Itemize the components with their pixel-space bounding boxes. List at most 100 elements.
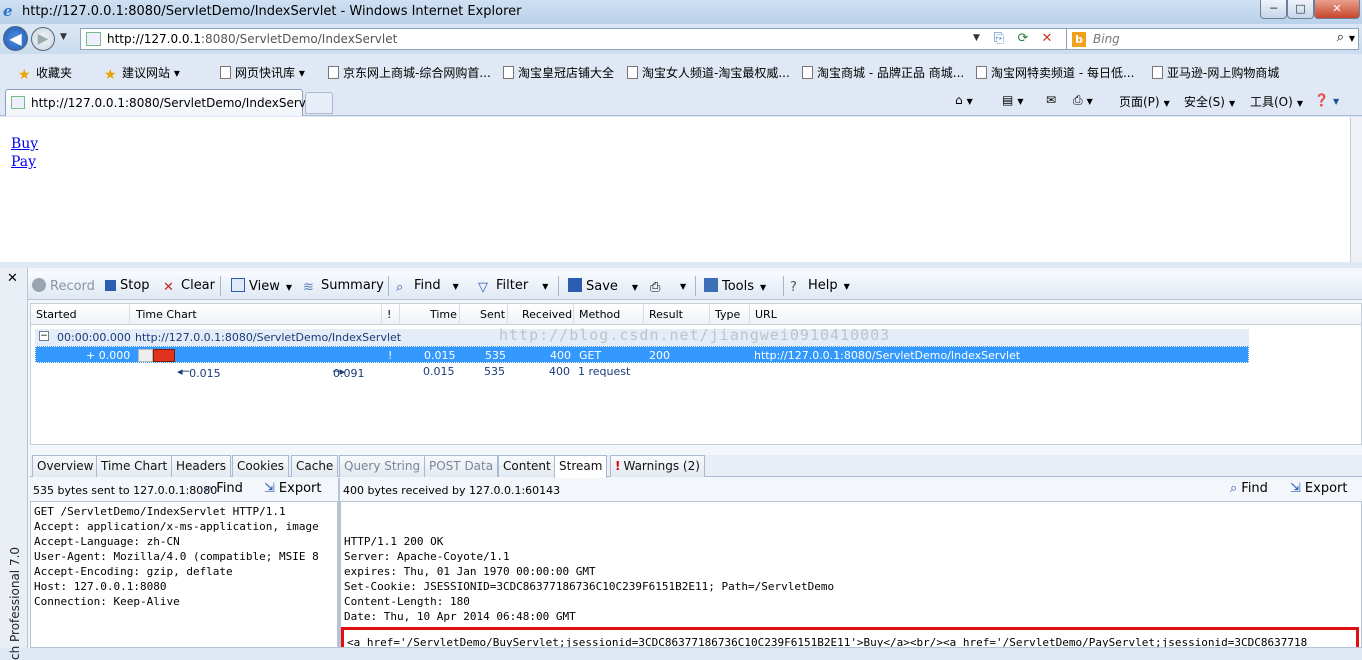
save-disk-icon (568, 278, 582, 292)
fav-amazon[interactable]: 亚马逊-网上购物商城 (1152, 64, 1279, 81)
tab-warnings[interactable]: ! Warnings (2) (610, 455, 705, 477)
favorites-button[interactable]: ★ 收藏夹 (18, 64, 72, 83)
response-find-button[interactable]: ⌕ Find (1230, 481, 1268, 496)
record-button[interactable]: Record (32, 278, 95, 294)
help-button[interactable]: ❓ ▼ (1314, 93, 1339, 107)
stop-icon[interactable]: ✕ (1037, 30, 1057, 48)
response-bytes-info: 400 bytes received by 127.0.0.1:60143 (343, 484, 561, 497)
page-icon (627, 66, 638, 79)
col-time[interactable]: Time (430, 308, 457, 321)
request-stream-pane: 535 bytes sent to 127.0.0.1:8080 ⌕ Find ⇲… (30, 478, 338, 648)
back-button[interactable]: ◀ (3, 26, 28, 51)
fav-tmall[interactable]: 淘宝商城 - 品牌正品 商城... (802, 64, 964, 81)
pay-link[interactable]: Pay (11, 154, 36, 170)
tools-menu[interactable]: 工具(O) ▼ (1250, 93, 1303, 110)
search-dropdown-icon[interactable]: ▼ (1349, 34, 1355, 43)
tab-time-chart[interactable]: Time Chart (96, 455, 173, 477)
fav-suggested-sites[interactable]: ★ 建议网站 ▾ (104, 64, 180, 83)
session-row-selected[interactable]: + 0.000 ! 0.015 535 400 GET 200 http://1… (35, 346, 1249, 363)
stop-button[interactable]: Stop (105, 278, 150, 293)
tab-favicon-icon (11, 96, 25, 109)
collapse-icon[interactable]: − (39, 331, 49, 341)
print-button[interactable]: ⎙ ▼ (1073, 93, 1093, 108)
help-menu-fiddler[interactable]: ? Help ▼ (790, 278, 850, 295)
fav-jd[interactable]: 京东网上商城-综合网购首... (328, 64, 491, 81)
bing-icon: b (1072, 32, 1086, 47)
print-menu[interactable]: ⎙ ▼ (650, 278, 686, 295)
col-url[interactable]: URL (755, 308, 777, 321)
search-placeholder[interactable]: Bing (1093, 32, 1120, 46)
home-button[interactable]: ⌂ ▼ (955, 93, 973, 107)
tab-content[interactable]: Content (498, 455, 556, 477)
response-stream-view[interactable]: HTTP/1.1 200 OK Server: Apache-Coyote/1.… (340, 501, 1362, 648)
response-export-button[interactable]: ⇲ Export (1290, 481, 1347, 496)
tab-cookies[interactable]: Cookies (232, 455, 289, 477)
col-sent[interactable]: Sent (480, 308, 505, 321)
tools-menu-fiddler[interactable]: Tools ▼ (704, 278, 766, 294)
fav-taobao-women[interactable]: 淘宝女人频道-淘宝最权威... (627, 64, 790, 81)
col-type[interactable]: Type (715, 308, 740, 321)
favorites-bar: ★ 收藏夹 ★ 建议网站 ▾ 网页快讯库 ▾ 京东网上商城-综合网购首... 淘宝皇… (0, 60, 1362, 85)
clear-button[interactable]: ✕ Clear (163, 278, 215, 295)
view-menu[interactable]: View ▼ (231, 278, 292, 294)
tab-post-data[interactable]: POST Data (424, 455, 499, 477)
request-find-button[interactable]: ⌕ Find (205, 481, 243, 496)
compatibility-view-icon[interactable]: ⎘ (989, 30, 1009, 48)
new-tab-button[interactable] (305, 92, 333, 114)
find-magnifier-icon: ⌕ (396, 280, 404, 295)
feeds-icon: ▤ (1002, 93, 1014, 107)
request-stream-text[interactable]: GET /ServletDemo/IndexServlet HTTP/1.1 A… (30, 501, 338, 648)
address-dropdown-icon[interactable]: ▼ (973, 33, 980, 43)
find-menu[interactable]: ⌕ Find ▼ (396, 278, 459, 295)
fav-web-slices[interactable]: 网页快讯库 ▾ (220, 64, 305, 81)
stop-square-icon (105, 280, 116, 291)
col-flag[interactable]: ! (387, 308, 391, 321)
recent-pages-dropdown-icon[interactable]: ▼ (60, 32, 67, 42)
fav-taobao-crown[interactable]: 淘宝皇冠店铺大全 (503, 64, 614, 81)
feeds-button[interactable]: ▤ ▼ (1002, 93, 1024, 107)
row-flag: ! (388, 349, 393, 362)
request-export-button[interactable]: ⇲ Export (264, 481, 321, 496)
fav-taobao-sale[interactable]: 淘宝网特卖频道 - 每日低... (976, 64, 1134, 81)
tab-cache[interactable]: Cache (291, 455, 339, 477)
safety-menu[interactable]: 安全(S) ▼ (1184, 93, 1235, 110)
save-menu[interactable]: Save ▼ (568, 278, 638, 294)
print-icon: ⎙ (1073, 93, 1083, 107)
warning-icon: ! (615, 459, 621, 473)
tab-stream[interactable]: Stream (554, 455, 608, 478)
buy-link[interactable]: Buy (11, 136, 38, 152)
close-panel-icon[interactable]: ✕ (7, 271, 18, 286)
col-method[interactable]: Method (579, 308, 620, 321)
page-icon (220, 66, 231, 79)
end-marker-label: 0.091 ─▸ (333, 365, 365, 380)
tab-overview[interactable]: Overview (32, 455, 99, 477)
back-arrow-icon: ◀ (9, 29, 22, 48)
refresh-icon[interactable]: ⟳ (1013, 30, 1033, 48)
tab-index-servlet[interactable]: http://127.0.0.1:8080/ServletDemo/IndexS… (5, 89, 316, 116)
tab-query-string[interactable]: Query String (339, 455, 426, 477)
close-button[interactable]: ✕ (1314, 0, 1360, 19)
maximize-button[interactable]: □ (1287, 0, 1314, 19)
summary-time: 0.015 (423, 365, 455, 378)
forward-button[interactable]: ▶ (31, 27, 55, 51)
col-result[interactable]: Result (649, 308, 683, 321)
minimize-button[interactable]: ─ (1260, 0, 1287, 19)
search-icon[interactable]: ⌕ (1337, 30, 1344, 45)
search-box[interactable]: b Bing ⌕ ▼ (1066, 28, 1359, 50)
col-time-chart[interactable]: Time Chart (136, 308, 197, 321)
address-url[interactable]: http://127.0.0.1:8080/ServletDemo/IndexS… (107, 32, 397, 46)
summary-button[interactable]: ≋ Summary (303, 278, 384, 295)
col-received[interactable]: Received (522, 308, 572, 321)
inspector-tabs: Overview Time Chart Headers Cookies Cach… (30, 455, 1362, 478)
timing-bar-wait (138, 349, 153, 362)
record-icon (32, 278, 46, 292)
address-bar[interactable]: http://127.0.0.1:8080/ServletDemo/IndexS… (80, 28, 1080, 50)
page-icon (1152, 66, 1163, 79)
tab-headers[interactable]: Headers (171, 455, 231, 477)
row-sent: 535 (485, 349, 506, 362)
filter-menu[interactable]: ▽ Filter ▼ (478, 278, 548, 295)
mail-button[interactable]: ✉ (1046, 93, 1056, 107)
col-started[interactable]: Started (36, 308, 77, 321)
page-scrollbar[interactable] (1350, 117, 1362, 262)
page-menu[interactable]: 页面(P) ▼ (1119, 93, 1170, 110)
